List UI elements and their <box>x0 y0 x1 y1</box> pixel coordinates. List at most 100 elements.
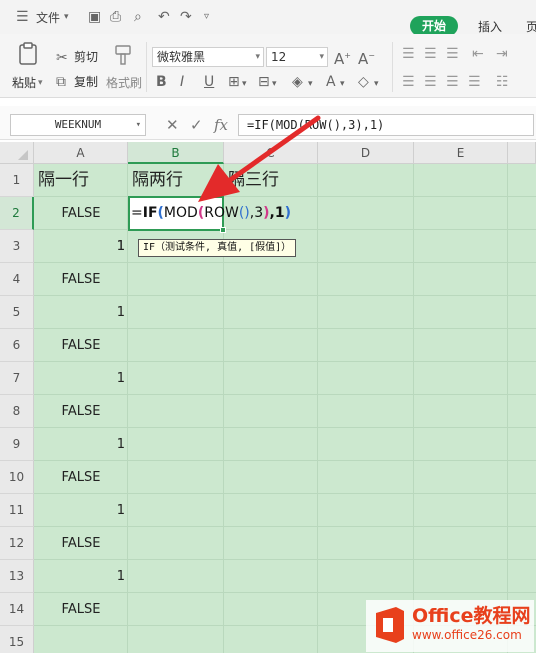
distributed-icon[interactable]: ☷ <box>496 74 509 90</box>
undo-icon[interactable]: ↶ <box>158 8 170 26</box>
border-icon[interactable]: ⊞ <box>228 74 240 90</box>
align-right-icon[interactable]: ☰ <box>446 74 459 90</box>
chevron-down-icon[interactable]: ▾ <box>64 8 69 26</box>
name-box[interactable]: WEEKNUM ▾ <box>10 114 146 136</box>
cell-a12[interactable]: FALSE <box>34 527 128 560</box>
file-menu[interactable]: 文件 <box>36 9 60 27</box>
cell-a9[interactable]: 1 <box>34 428 128 461</box>
cell-a2[interactable]: FALSE <box>34 197 128 230</box>
row-header-9[interactable]: 9 <box>0 428 34 461</box>
increase-font-icon[interactable]: A+ <box>334 48 351 67</box>
cell-b2-edit-text[interactable]: =IF(MOD(ROW(),3),1) <box>131 203 291 223</box>
font-size-select[interactable]: 12 ▾ <box>266 47 328 67</box>
gridline <box>317 164 318 653</box>
cell-a4[interactable]: FALSE <box>34 263 128 296</box>
font-size-value: 12 <box>271 50 287 64</box>
format-painter-button[interactable] <box>106 44 140 69</box>
row-header-2[interactable]: 2 <box>0 197 34 230</box>
cell-a8[interactable]: FALSE <box>34 395 128 428</box>
cut-button[interactable]: 剪切 <box>74 48 98 66</box>
gridline <box>413 164 414 653</box>
font-color-icon[interactable]: A <box>326 74 336 90</box>
decrease-font-icon[interactable]: A− <box>358 48 375 67</box>
insert-function-icon[interactable]: fx <box>214 116 228 134</box>
row-header-1[interactable]: 1 <box>0 164 34 197</box>
row-header-14[interactable]: 14 <box>0 593 34 626</box>
column-header-c[interactable]: C <box>224 142 318 164</box>
cut-icon[interactable]: ✂ <box>56 50 68 66</box>
chevron-down-icon[interactable]: ▾ <box>374 76 379 92</box>
font-name-select[interactable]: 微软雅黑 ▾ <box>152 47 264 67</box>
redo-icon[interactable]: ↷ <box>180 8 192 26</box>
underline-button[interactable]: U <box>204 74 214 90</box>
row-header-13[interactable]: 13 <box>0 560 34 593</box>
tab-start[interactable]: 开始 <box>410 16 458 36</box>
italic-button[interactable]: I <box>180 74 184 90</box>
cell-a6[interactable]: FALSE <box>34 329 128 362</box>
chevron-down-icon[interactable]: ▾ <box>38 74 43 92</box>
chevron-down-icon[interactable]: ▾ <box>340 76 345 92</box>
row-header-12[interactable]: 12 <box>0 527 34 560</box>
justify-icon[interactable]: ☰ <box>468 74 481 90</box>
align-middle-icon[interactable]: ☰ <box>424 46 437 62</box>
confirm-icon[interactable]: ✓ <box>190 116 203 134</box>
row-header-4[interactable]: 4 <box>0 263 34 296</box>
bold-button[interactable]: B <box>156 74 167 90</box>
menu-bar: ☰ 文件 ▾ ▣ ⎙ ⌕ ↶ ↷ ▿ 开始 插入 页 <box>0 0 536 36</box>
cancel-icon[interactable]: ✕ <box>166 116 179 134</box>
align-bottom-icon[interactable]: ☰ <box>446 46 459 62</box>
cell-a13[interactable]: 1 <box>34 560 128 593</box>
indent-increase-icon[interactable]: ⇥ <box>496 46 508 62</box>
chevron-down-icon: ▾ <box>135 120 141 130</box>
edit-row-fn: ROW <box>204 205 239 221</box>
fill-handle[interactable] <box>220 227 226 233</box>
row-header-10[interactable]: 10 <box>0 461 34 494</box>
customize-icon[interactable]: ▿ <box>204 8 209 26</box>
cell-a10[interactable]: FALSE <box>34 461 128 494</box>
column-header-f[interactable] <box>508 142 536 164</box>
cell-a5[interactable]: 1 <box>34 296 128 329</box>
cell-c1[interactable]: 隔三行 <box>224 164 318 197</box>
row-header-8[interactable]: 8 <box>0 395 34 428</box>
row-header-7[interactable]: 7 <box>0 362 34 395</box>
format-painter-label[interactable]: 格式刷 <box>106 74 142 92</box>
align-top-icon[interactable]: ☰ <box>402 46 415 62</box>
column-header-b[interactable]: B <box>128 142 224 164</box>
row-header-5[interactable]: 5 <box>0 296 34 329</box>
row-header-15[interactable]: 15 <box>0 626 34 653</box>
column-header-d[interactable]: D <box>318 142 414 164</box>
column-header-e[interactable]: E <box>414 142 508 164</box>
print-icon[interactable]: ⎙ <box>110 8 121 26</box>
select-all-corner[interactable] <box>0 142 34 164</box>
chevron-down-icon[interactable]: ▾ <box>308 76 313 92</box>
row-header-3[interactable]: 3 <box>0 230 34 263</box>
row-header-6[interactable]: 6 <box>0 329 34 362</box>
cell-a14[interactable]: FALSE <box>34 593 128 626</box>
cell-a1[interactable]: 隔一行 <box>34 164 128 197</box>
align-center-icon[interactable]: ☰ <box>424 74 437 90</box>
chevron-down-icon[interactable]: ▾ <box>272 76 277 92</box>
paste-button[interactable] <box>12 42 44 69</box>
merge-icon[interactable]: ⊟ <box>258 74 270 90</box>
copy-button[interactable]: 复制 <box>74 73 98 91</box>
align-left-icon[interactable]: ☰ <box>402 74 415 90</box>
cell-b1[interactable]: 隔两行 <box>128 164 224 197</box>
clear-format-icon[interactable]: ◇ <box>358 74 369 90</box>
formula-input[interactable]: =IF(MOD(ROW(),3),1) <box>238 114 534 136</box>
indent-decrease-icon[interactable]: ⇤ <box>472 46 484 62</box>
cell-a11[interactable]: 1 <box>34 494 128 527</box>
save-icon[interactable]: ▣ <box>88 8 101 26</box>
column-header-a[interactable]: A <box>34 142 128 164</box>
print-preview-icon[interactable]: ⌕ <box>134 8 142 26</box>
fill-color-icon[interactable]: ◈ <box>292 74 303 90</box>
hamburger-menu-icon[interactable]: ☰ <box>16 8 29 26</box>
tab-insert[interactable]: 插入 <box>478 18 502 35</box>
edit-after-row: ,3 <box>249 205 264 221</box>
cell-a7[interactable]: 1 <box>34 362 128 395</box>
tab-page[interactable]: 页 <box>526 18 536 35</box>
chevron-down-icon[interactable]: ▾ <box>242 76 247 92</box>
copy-icon[interactable]: ⧉ <box>56 74 66 90</box>
paste-icon <box>19 42 37 65</box>
paste-label[interactable]: 粘贴 <box>12 74 36 92</box>
row-header-11[interactable]: 11 <box>0 494 34 527</box>
